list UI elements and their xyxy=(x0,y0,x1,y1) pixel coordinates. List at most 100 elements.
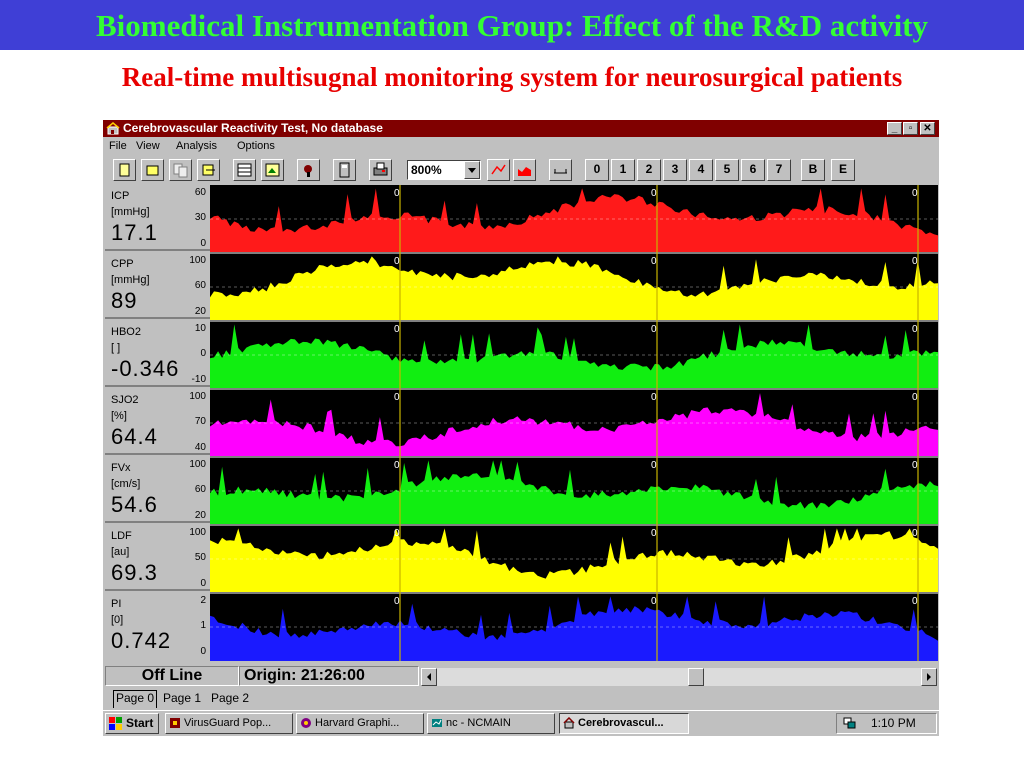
print-icon[interactable] xyxy=(369,159,392,181)
page-button-4[interactable]: 4 xyxy=(689,159,713,181)
begin-button[interactable]: B xyxy=(801,159,825,181)
panel-label-pi: PI [0] 0.742 2 1 0 xyxy=(105,593,210,659)
export-icon[interactable] xyxy=(197,159,220,181)
menu-analysis[interactable]: Analysis xyxy=(176,139,217,153)
waveform-sjo2 xyxy=(210,393,938,457)
copy-icon[interactable] xyxy=(169,159,192,181)
line-chart-icon[interactable] xyxy=(487,159,510,181)
marker-label: 0 xyxy=(651,324,657,335)
waveform-cpp xyxy=(210,256,938,321)
slide-title: Biomedical Instrumentation Group: Effect… xyxy=(95,8,929,43)
marker-label: 0 xyxy=(394,528,400,539)
tab-page-1[interactable]: Page 1 xyxy=(161,691,203,707)
signal-unit: [ ] xyxy=(111,342,121,354)
marker-label: 0 xyxy=(651,256,657,267)
signal-value: 69.3 xyxy=(111,560,158,585)
waveform-hbo2 xyxy=(210,324,938,389)
open-icon[interactable] xyxy=(141,159,164,181)
panel-label-sjo2: SJO2 [%] 64.4 100 70 40 xyxy=(105,389,210,455)
task-label: Harvard Graphi... xyxy=(315,717,400,729)
origin-status: Origin: 21:26:00 xyxy=(239,666,419,686)
axis-tick-mid: 1 xyxy=(200,620,206,631)
windows-logo-icon xyxy=(109,717,122,730)
new-icon[interactable] xyxy=(113,159,136,181)
zoom-select[interactable]: 800% xyxy=(407,160,481,180)
menu-options[interactable]: Options xyxy=(237,139,275,153)
task-virusguard[interactable]: VirusGuard Pop... xyxy=(165,713,293,734)
area-chart-icon[interactable] xyxy=(513,159,536,181)
slide-header: Biomedical Instrumentation Group: Effect… xyxy=(0,0,1024,50)
task-ncmain[interactable]: nc - NCMAIN xyxy=(427,713,555,734)
marker-label: 0 xyxy=(394,256,400,267)
window-title: Cerebrovascular Reactivity Test, No data… xyxy=(123,121,383,135)
signal-value: 0.742 xyxy=(111,628,172,653)
image-icon[interactable] xyxy=(261,159,284,181)
marker-label: 0 xyxy=(912,596,918,607)
waveform-plot-area[interactable]: 0 0 0 0 0 0 0 0 0 0 0 0 0 0 0 0 0 0 0 0 0 xyxy=(210,185,938,661)
menu-file[interactable]: File xyxy=(109,139,127,153)
maximize-button[interactable]: ▫ xyxy=(903,122,918,135)
scale-icon[interactable] xyxy=(549,159,572,181)
signal-name: PI xyxy=(111,598,122,610)
page-button-7[interactable]: 7 xyxy=(767,159,791,181)
scroll-thumb[interactable] xyxy=(688,668,704,686)
page-button-6[interactable]: 6 xyxy=(741,159,765,181)
page-button-1[interactable]: 1 xyxy=(611,159,635,181)
scroll-right-button[interactable] xyxy=(921,668,937,686)
marker-label: 0 xyxy=(651,596,657,607)
signal-unit: [mmHg] xyxy=(111,274,150,286)
start-button[interactable]: Start xyxy=(105,713,159,734)
marker-label: 0 xyxy=(651,460,657,471)
axis-tick-bottom: 0 xyxy=(200,238,206,249)
tab-page-2[interactable]: Page 2 xyxy=(209,691,251,707)
chevron-down-icon[interactable] xyxy=(464,161,480,179)
task-cerebrovascular[interactable]: Cerebrovascul... xyxy=(559,713,689,734)
marker-label: 0 xyxy=(912,528,918,539)
axis-tick-bottom: 40 xyxy=(194,442,206,453)
marker-label: 0 xyxy=(394,392,400,403)
signal-value: 64.4 xyxy=(111,424,158,449)
panel-label-hbo2: HBO2 [ ] -0.346 10 0 -10 xyxy=(105,321,210,387)
waveform-icp xyxy=(210,188,938,253)
panel-label-fvx: FVx [cm/s] 54.6 100 60 20 xyxy=(105,457,210,523)
tab-page-0[interactable]: Page 0 xyxy=(113,690,158,708)
signal-labels: ICP [mmHg] 17.1 60 30 0 CPP [mmHg] 89 10… xyxy=(105,185,210,661)
network-icon[interactable] xyxy=(843,717,857,730)
tools-icon[interactable] xyxy=(297,159,320,181)
grid-icon[interactable] xyxy=(233,159,256,181)
signal-name: LDF xyxy=(111,530,132,542)
toolbar: 800% 0 1 2 3 4 5 6 7 B E xyxy=(103,155,939,183)
calculator-icon[interactable] xyxy=(333,159,356,181)
close-button[interactable]: ✕ xyxy=(920,122,935,135)
waveform-ldf xyxy=(210,528,938,593)
marker-label: 0 xyxy=(394,460,400,471)
marker-label: 0 xyxy=(912,256,918,267)
menu-view[interactable]: View xyxy=(136,139,160,153)
end-button[interactable]: E xyxy=(831,159,855,181)
menu-bar: File View Analysis Options xyxy=(103,138,939,154)
axis-tick-bottom: 20 xyxy=(194,306,206,317)
harvard-graphics-icon xyxy=(301,718,311,728)
task-harvard-graphics[interactable]: Harvard Graphi... xyxy=(296,713,424,734)
minimize-button[interactable]: _ xyxy=(887,122,902,135)
horizontal-scrollbar[interactable] xyxy=(421,668,937,686)
window-titlebar[interactable]: Cerebrovascular Reactivity Test, No data… xyxy=(103,120,939,137)
axis-tick-top: 100 xyxy=(189,255,206,266)
scroll-left-button[interactable] xyxy=(421,668,437,686)
marker-label: 0 xyxy=(912,188,918,199)
page-button-0[interactable]: 0 xyxy=(585,159,609,181)
task-label: VirusGuard Pop... xyxy=(184,717,272,729)
page-button-2[interactable]: 2 xyxy=(637,159,661,181)
marker-label: 0 xyxy=(912,324,918,335)
waveform-canvas: 0 0 0 0 0 0 0 0 0 0 0 0 0 0 0 0 0 0 0 0 0 xyxy=(210,185,938,661)
clock: 1:10 PM xyxy=(871,716,916,730)
app-window: Cerebrovascular Reactivity Test, No data… xyxy=(103,120,939,736)
signal-name: CPP xyxy=(111,258,134,270)
axis-tick-mid: 50 xyxy=(194,552,206,563)
page-button-5[interactable]: 5 xyxy=(715,159,739,181)
slide-subtitle: Real-time multisugnal monitoring system … xyxy=(121,62,903,92)
page-button-3[interactable]: 3 xyxy=(663,159,687,181)
waveform-fvx xyxy=(210,460,938,525)
mode-status: Off Line xyxy=(105,666,239,686)
app-icon xyxy=(563,717,575,729)
